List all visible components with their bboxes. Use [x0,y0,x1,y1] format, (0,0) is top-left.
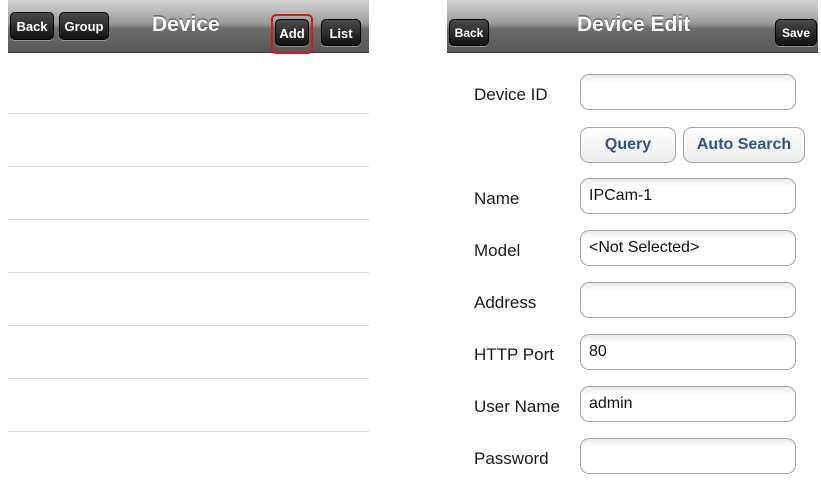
list-button[interactable]: List [321,19,361,46]
device-id-field[interactable] [580,74,796,110]
list-item-divider [8,378,369,379]
password-label: Password [474,449,549,468]
save-button[interactable]: Save [775,19,817,46]
user-name-field[interactable]: admin [580,386,796,422]
query-button[interactable]: Query [580,127,676,163]
user-name-label: User Name [474,397,560,416]
model-label: Model [474,241,521,260]
device-list-screen: Back Group Device Add List [8,0,369,481]
list-item-divider [8,166,369,167]
http-port-label: HTTP Port [474,345,554,364]
model-field[interactable]: <Not Selected> [580,230,796,266]
password-field[interactable] [580,438,796,474]
auto-search-button[interactable]: Auto Search [683,127,805,163]
group-button[interactable]: Group [59,12,109,40]
list-item-divider [8,431,369,432]
device-list-navbar: Back Group Device Add List [8,0,369,54]
device-edit-navbar: Back Device Edit Save [447,0,818,53]
page-title: Device Edit [577,13,691,36]
list-item-divider [8,325,369,326]
list-item-divider [8,272,369,273]
page-title: Device [152,13,220,36]
address-label: Address [474,293,537,312]
back-button[interactable]: Back [10,12,54,40]
device-id-label: Device ID [474,85,548,104]
list-item-divider [8,113,369,114]
back-button[interactable]: Back [449,19,489,46]
add-button[interactable]: Add [275,19,309,46]
address-field[interactable] [580,282,796,318]
name-label: Name [474,189,520,208]
device-edit-screen: Back Device Edit Save Device ID Query Au… [447,0,818,481]
list-item-divider [8,219,369,220]
http-port-field[interactable]: 80 [580,334,796,370]
name-field[interactable]: IPCam-1 [580,178,796,214]
